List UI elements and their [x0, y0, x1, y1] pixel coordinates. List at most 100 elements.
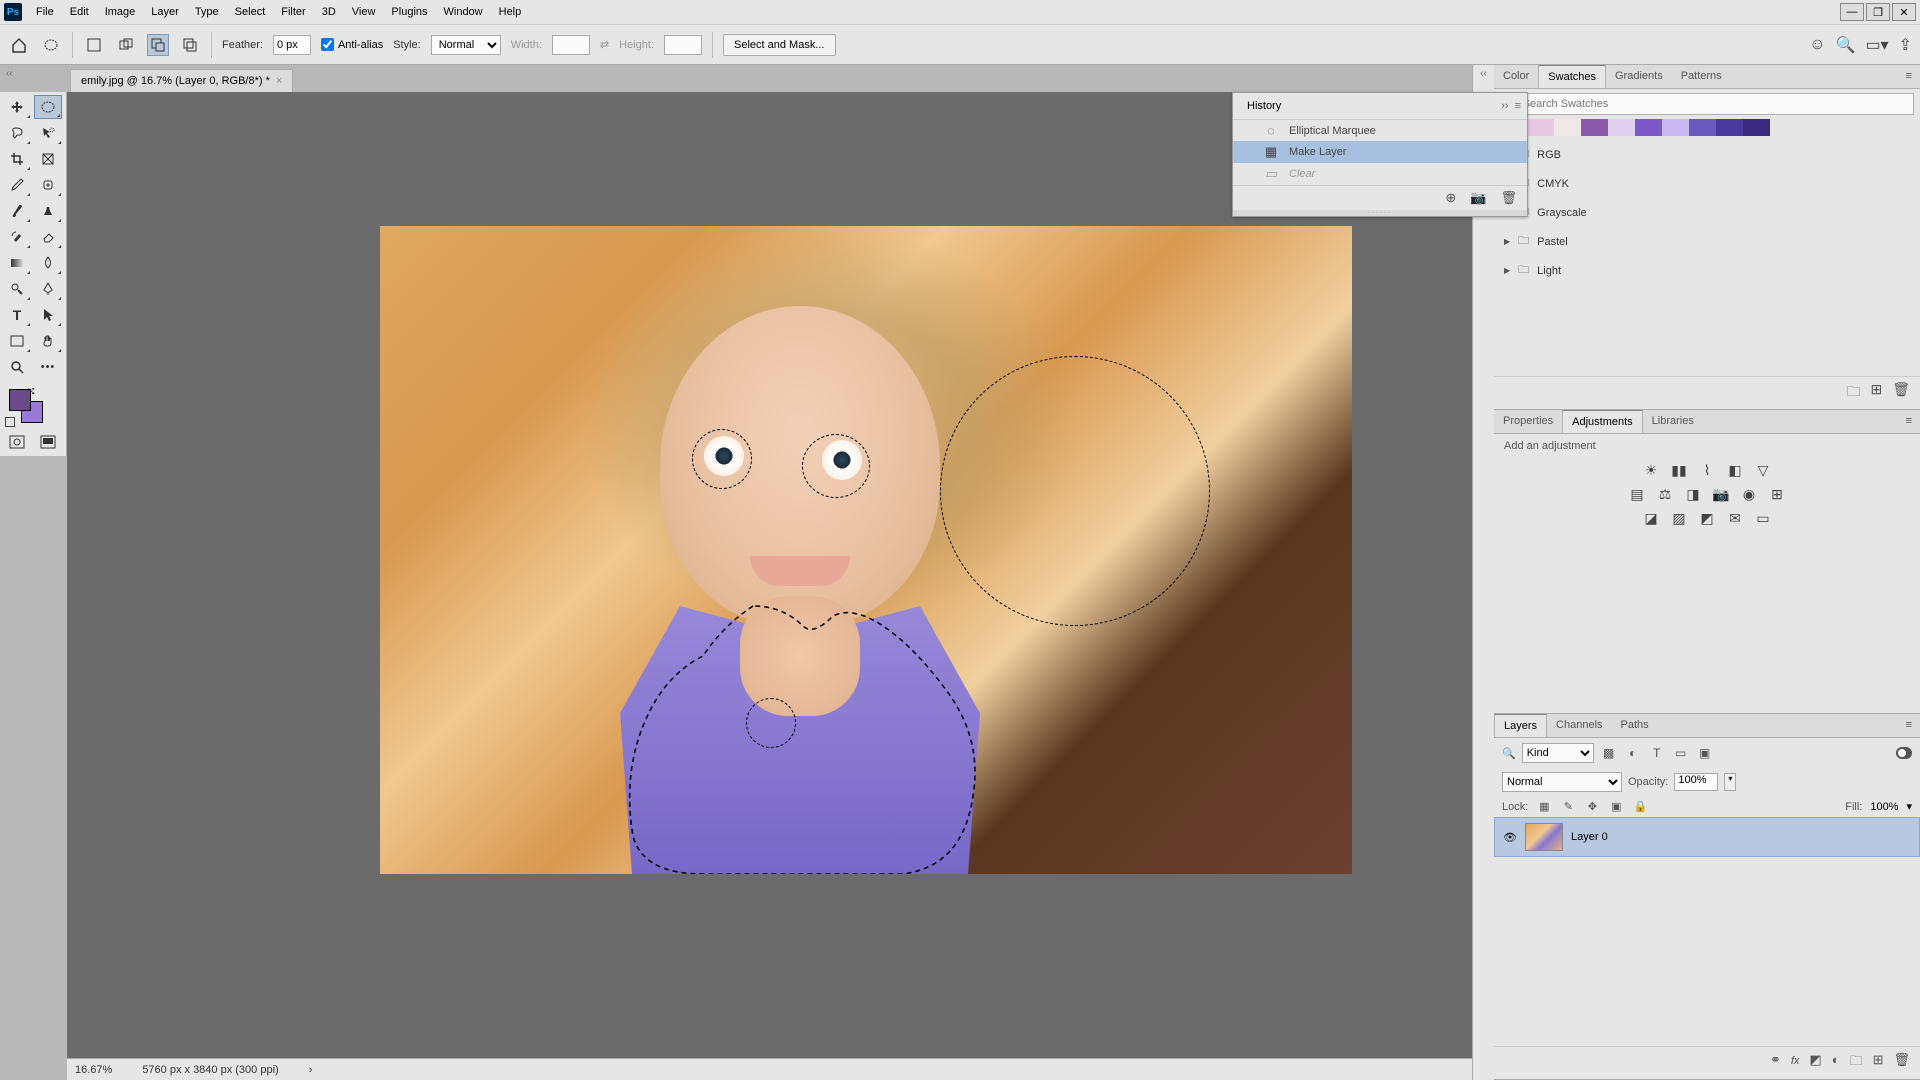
foreground-color-swatch[interactable] — [9, 389, 31, 411]
camera-icon[interactable]: 📷 — [1470, 190, 1486, 206]
eraser-tool[interactable] — [34, 225, 62, 249]
gradient-map-icon[interactable]: ▭ — [1753, 509, 1773, 527]
swatch[interactable] — [1608, 119, 1635, 136]
tab-patterns[interactable]: Patterns — [1672, 65, 1731, 88]
tool-preset-picker[interactable] — [40, 34, 62, 56]
filter-adjust-icon[interactable]: ◐ — [1624, 745, 1642, 761]
color-lookup-icon[interactable]: ⊞ — [1767, 485, 1787, 503]
swatch-group[interactable]: ▶🗀Grayscale — [1494, 198, 1920, 227]
history-tab[interactable]: History — [1239, 97, 1289, 115]
tab-gradients[interactable]: Gradients — [1606, 65, 1672, 88]
trash-icon[interactable]: 🗑 — [1893, 1052, 1910, 1074]
menu-plugins[interactable]: Plugins — [383, 2, 435, 22]
edit-toolbar[interactable]: ••• — [34, 355, 62, 379]
swatch[interactable] — [1716, 119, 1743, 136]
bw-icon[interactable]: ◨ — [1683, 485, 1703, 503]
tab-channels[interactable]: Channels — [1547, 714, 1611, 737]
curves-icon[interactable]: ⌇ — [1697, 461, 1717, 479]
posterize-icon[interactable]: ▨ — [1669, 509, 1689, 527]
dodge-tool[interactable] — [3, 277, 31, 301]
color-picker[interactable]: ⤭ — [3, 385, 63, 429]
cloud-docs-icon[interactable]: ☺ — [1809, 36, 1825, 54]
swatches-search-input[interactable] — [1518, 93, 1914, 115]
marquee-tool[interactable] — [34, 95, 62, 119]
lasso-tool[interactable] — [3, 121, 31, 145]
history-item[interactable]: ▦Make Layer — [1233, 141, 1527, 163]
layer-name[interactable]: Layer 0 — [1571, 831, 1608, 843]
levels-icon[interactable]: ▮▮ — [1669, 461, 1689, 479]
tab-properties[interactable]: Properties — [1494, 410, 1562, 433]
tab-paths[interactable]: Paths — [1612, 714, 1658, 737]
link-layers-icon[interactable]: ⚭ — [1770, 1052, 1781, 1074]
color-balance-icon[interactable]: ⚖ — [1655, 485, 1675, 503]
adjustment-layer-icon[interactable]: ◐ — [1832, 1052, 1840, 1074]
swatch-group[interactable]: ▶🗀Light — [1494, 256, 1920, 285]
swatch[interactable] — [1689, 119, 1716, 136]
zoom-level[interactable]: 16.67% — [75, 1064, 112, 1076]
invert-icon[interactable]: ◪ — [1641, 509, 1661, 527]
menu-help[interactable]: Help — [491, 2, 530, 22]
menu-edit[interactable]: Edit — [62, 2, 97, 22]
tab-swatches[interactable]: Swatches — [1538, 65, 1606, 88]
canvas-area[interactable] — [67, 92, 1472, 1058]
trash-icon[interactable]: 🗑 — [1500, 190, 1517, 206]
path-select-tool[interactable] — [34, 303, 62, 327]
group-icon[interactable]: 🗀 — [1850, 1052, 1863, 1074]
zoom-tool[interactable] — [3, 355, 31, 379]
move-tool[interactable] — [3, 95, 31, 119]
new-layer-icon[interactable]: ⊞ — [1873, 1052, 1884, 1074]
swatch[interactable] — [1635, 119, 1662, 136]
window-minimize-button[interactable]: — — [1840, 3, 1864, 21]
menu-view[interactable]: View — [344, 2, 384, 22]
selection-add-icon[interactable] — [115, 34, 137, 56]
filter-toggle[interactable] — [1896, 747, 1912, 759]
clone-stamp-tool[interactable] — [34, 199, 62, 223]
trash-icon[interactable]: 🗑 — [1892, 381, 1910, 405]
lock-move-icon[interactable]: ✥ — [1584, 800, 1600, 813]
tabbar-toggle-icon[interactable]: ‹‹ — [6, 68, 13, 79]
window-maximize-button[interactable]: ❐ — [1866, 3, 1890, 21]
screen-mode-icon[interactable] — [34, 431, 62, 453]
filter-pixel-icon[interactable]: ▩ — [1600, 745, 1618, 761]
status-chevron-icon[interactable]: › — [309, 1064, 313, 1076]
frame-tool[interactable] — [34, 147, 62, 171]
menu-window[interactable]: Window — [436, 2, 491, 22]
layer-filter-select[interactable]: Kind — [1522, 743, 1594, 763]
share-icon[interactable]: ⇪ — [1899, 35, 1912, 55]
opacity-input[interactable]: 100% — [1674, 773, 1718, 791]
channel-mixer-icon[interactable]: ◉ — [1739, 485, 1759, 503]
photo-filter-icon[interactable]: 📷 — [1711, 485, 1731, 503]
antialias-checkbox[interactable]: Anti-alias — [321, 38, 383, 51]
selection-subtract-icon[interactable] — [147, 34, 169, 56]
fill-input[interactable]: 100% — [1870, 801, 1898, 813]
panel-menu-icon[interactable]: ≡ — [1515, 100, 1521, 112]
hand-tool[interactable] — [34, 329, 62, 353]
threshold-icon[interactable]: ◩ — [1697, 509, 1717, 527]
lock-transparent-icon[interactable]: ▦ — [1536, 800, 1552, 813]
swatch[interactable] — [1662, 119, 1689, 136]
feather-input[interactable] — [273, 35, 311, 55]
type-tool[interactable]: T — [3, 303, 31, 327]
create-document-icon[interactable]: ⊕ — [1445, 190, 1456, 206]
swatch-group[interactable]: ▶🗀RGB — [1494, 140, 1920, 169]
panel-menu-icon[interactable]: ≡ — [1898, 410, 1920, 433]
exposure-icon[interactable]: ◧ — [1725, 461, 1745, 479]
pen-tool[interactable] — [34, 277, 62, 301]
folder-icon[interactable]: 🗀 — [1846, 381, 1860, 405]
tab-layers[interactable]: Layers — [1494, 714, 1547, 737]
healing-brush-tool[interactable] — [34, 173, 62, 197]
style-select[interactable]: Normal — [431, 35, 501, 55]
menu-3d[interactable]: 3D — [314, 2, 344, 22]
fill-dropdown-icon[interactable]: ▾ — [1906, 800, 1912, 813]
brightness-icon[interactable]: ☀ — [1641, 461, 1661, 479]
filter-smart-icon[interactable]: ▣ — [1696, 745, 1714, 761]
document-tab[interactable]: emily.jpg @ 16.7% (Layer 0, RGB/8*) * × — [70, 69, 293, 92]
swatch-group[interactable]: ▶🗀Pastel — [1494, 227, 1920, 256]
swatch[interactable] — [1581, 119, 1608, 136]
vibrance-icon[interactable]: ▽ — [1753, 461, 1773, 479]
gradient-tool[interactable] — [3, 251, 31, 275]
hue-icon[interactable]: ▤ — [1627, 485, 1647, 503]
menu-file[interactable]: File — [28, 2, 62, 22]
selective-color-icon[interactable]: ✉ — [1725, 509, 1745, 527]
blur-tool[interactable] — [34, 251, 62, 275]
